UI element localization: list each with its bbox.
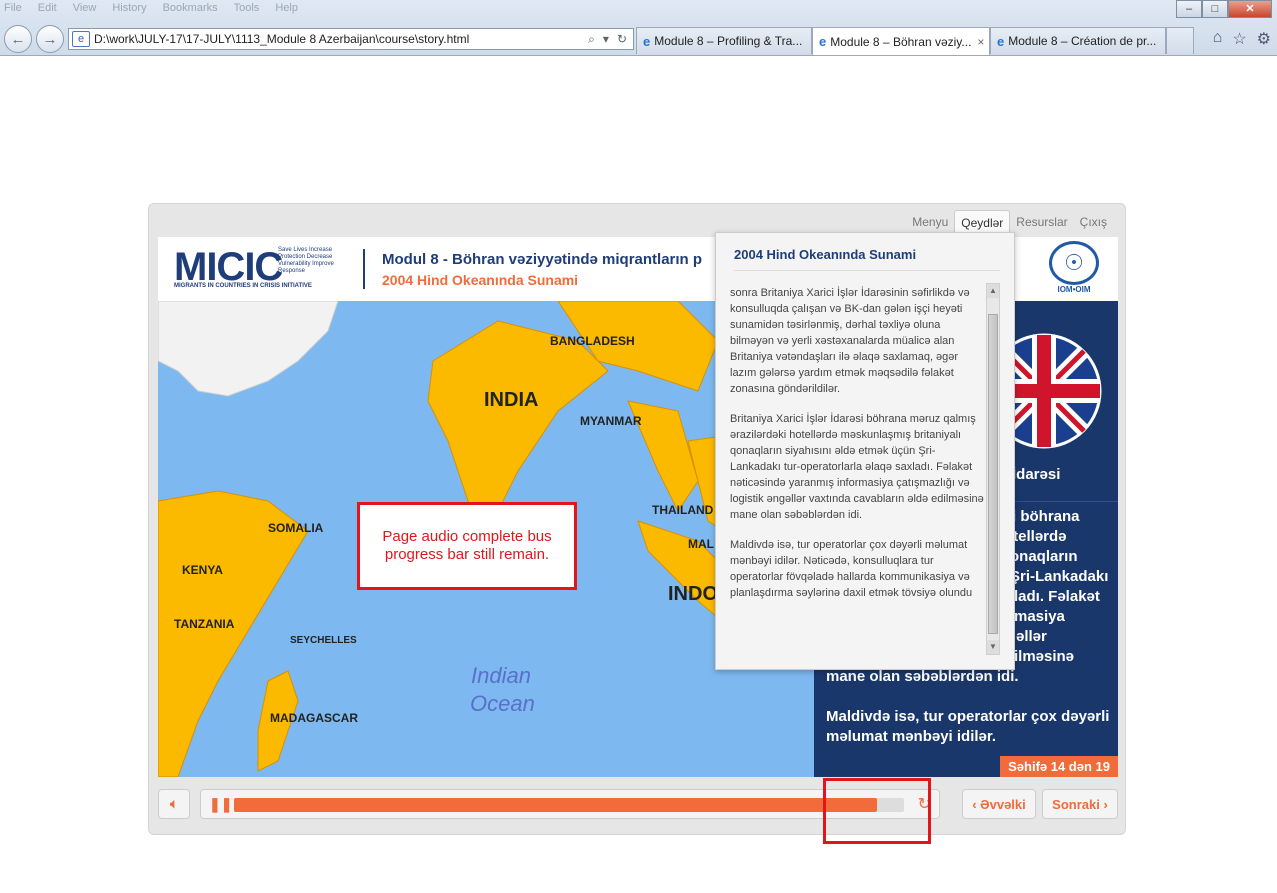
sidebar-line: i böhrana: [1012, 508, 1080, 525]
scroll-down-icon[interactable]: ▼: [987, 640, 999, 654]
map-label-indo: INDO: [668, 583, 718, 605]
menu-help[interactable]: Help: [275, 2, 298, 18]
speaker-icon: 🔈︎: [170, 796, 178, 811]
minimize-button[interactable]: –: [1176, 0, 1202, 18]
browser-tools: ⌂ ☆ ⚙: [1213, 29, 1271, 49]
chevron-left-icon: ‹: [972, 796, 981, 812]
notes-paragraph: sonra Britaniya Xarici İşlər İdarəsinin …: [730, 287, 970, 395]
map-label-bangladesh: BANGLADESH: [550, 334, 635, 348]
next-button[interactable]: Sonraki ›: [1042, 789, 1118, 819]
window-controls: – □ ✕: [1176, 0, 1272, 18]
previous-label: Əvvəlki: [980, 796, 1026, 812]
globe-icon: ☉: [1049, 241, 1099, 285]
address-bar[interactable]: e D:\work\JULY-17\17-JULY\1113_Module 8 …: [68, 28, 634, 50]
menu-view[interactable]: View: [73, 2, 97, 18]
micic-tagline: Save Lives Increase Protection Decrease …: [278, 247, 334, 274]
back-button[interactable]: ←: [4, 25, 32, 53]
ie-icon: e: [643, 33, 651, 49]
progress-track[interactable]: [234, 798, 904, 812]
arabia-land: [158, 301, 339, 397]
map-label-myanmar: MYANMAR: [580, 414, 642, 428]
tab-label: Module 8 – Création de pr...: [1008, 34, 1157, 48]
previous-button[interactable]: ‹ Əvvəlki: [962, 789, 1036, 819]
next-label: Sonraki: [1052, 796, 1100, 812]
menu-edit[interactable]: Edit: [38, 2, 57, 18]
map-label-madagascar: MADAGASCAR: [270, 711, 358, 725]
menu-history[interactable]: History: [112, 2, 146, 18]
pause-icon[interactable]: ❚❚: [209, 796, 232, 813]
dropdown-icon[interactable]: ▾: [603, 32, 609, 47]
menu-bar: File Edit View History Bookmarks Tools H…: [4, 2, 298, 18]
notes-scrollbar[interactable]: ▲ ▼: [986, 283, 1000, 655]
sidebar-line: onaqların: [1010, 548, 1078, 565]
progress-fill: [234, 798, 878, 812]
gear-icon[interactable]: ⚙: [1257, 29, 1271, 49]
chevron-right-icon: ›: [1099, 796, 1108, 812]
sidebar-line: əllər: [1016, 628, 1047, 645]
header-divider: [363, 249, 365, 289]
map-label-mal: MAL: [688, 537, 714, 551]
menu-bookmarks[interactable]: Bookmarks: [163, 2, 218, 18]
sidebar-line: Şri-Lankadakı: [1010, 568, 1109, 585]
sidebar-line: mane olan səbəblərdən idi.: [826, 668, 1019, 685]
search-icon[interactable]: ⌕: [588, 32, 595, 47]
menu-tools[interactable]: Tools: [234, 2, 260, 18]
tab-resources[interactable]: Resurslar: [1010, 210, 1073, 236]
notes-paragraph: Britaniya Xarici İşlər İdarəsi böhrana m…: [730, 413, 984, 521]
module-title: Modul 8 - Böhran vəziyyətində miqrantlar…: [382, 251, 703, 268]
back-arrow-icon: ←: [10, 30, 26, 48]
forward-arrow-icon: →: [42, 30, 58, 48]
slide-subtitle: 2004 Hind Okeanında Sunami: [382, 272, 579, 288]
close-window-button[interactable]: ✕: [1228, 0, 1272, 18]
ie-icon: e: [819, 34, 827, 49]
sidebar-line: ladı. Fəlakət: [1014, 588, 1100, 605]
menu-file[interactable]: File: [4, 2, 22, 18]
micic-subtitle: MIGRANTS IN COUNTRIES IN CRISIS INITIATI…: [174, 283, 312, 289]
close-tab-icon[interactable]: ×: [977, 35, 984, 49]
tab-label: Module 8 – Böhran vəziy...: [830, 34, 972, 49]
tab-profiling[interactable]: e Module 8 – Profiling & Tra...: [636, 27, 812, 54]
player-controls: 🔈︎ ❚❚ ↻ ‹ Əvvəlki Sonraki ›: [158, 789, 1118, 825]
page-indicator: Səhifə 14 dən 19: [1000, 756, 1118, 777]
ie-icon: e: [997, 33, 1005, 49]
page-icon: e: [72, 31, 90, 47]
map-label-somalia: SOMALIA: [268, 521, 324, 535]
iom-label: IOM•OIM: [1057, 285, 1091, 294]
refresh-icon[interactable]: ↻: [617, 32, 627, 47]
annotation-highlight-progress: [823, 778, 931, 844]
ocean-label-1: Indian: [471, 663, 531, 688]
sidebar-line: ilməsinə: [1014, 648, 1075, 665]
scroll-thumb[interactable]: [988, 314, 998, 634]
sidebar-line: masiya: [1014, 608, 1065, 625]
notes-title: 2004 Hind Okeanında Sunami: [734, 247, 1000, 271]
new-tab-button[interactable]: [1166, 27, 1194, 54]
notes-body: sonra Britaniya Xarici İşlər İdarəsinin …: [730, 285, 984, 655]
annotation-box: Page audio complete bus progress bar sti…: [357, 502, 577, 590]
map-label-seychelles: SEYCHELLES: [290, 635, 357, 646]
forward-button[interactable]: →: [36, 25, 64, 53]
favorites-star-icon[interactable]: ☆: [1232, 29, 1246, 49]
map-label-kenya: KENYA: [182, 563, 223, 577]
volume-button[interactable]: 🔈︎: [158, 789, 190, 819]
map-label-thailand: THAILAND: [652, 503, 714, 517]
sidebar-line: Maldivdə isə, tur operatorlar çox dəyərl…: [826, 708, 1110, 725]
tab-creation[interactable]: e Module 8 – Création de pr...: [990, 27, 1166, 54]
tab-exit[interactable]: Çıxış: [1074, 210, 1113, 236]
scroll-up-icon[interactable]: ▲: [987, 284, 999, 298]
sidebar-line: məlumat mənbəyi idilər.: [826, 728, 997, 745]
maximize-button[interactable]: □: [1202, 0, 1228, 18]
notes-paragraph: Maldivdə isə, tur operatorlar çox dəyərl…: [730, 539, 973, 599]
map-label-tanzania: TANZANIA: [174, 617, 235, 631]
home-icon[interactable]: ⌂: [1213, 29, 1223, 49]
browser-chrome: File Edit View History Bookmarks Tools H…: [0, 0, 1277, 56]
notes-panel: 2004 Hind Okeanında Sunami sonra Britani…: [715, 232, 1015, 670]
sidebar-line: İdarəsi: [1012, 466, 1061, 483]
address-url[interactable]: D:\work\JULY-17\17-JULY\1113_Module 8 Az…: [94, 32, 579, 46]
ocean-label-2: Ocean: [470, 691, 535, 716]
tab-label: Module 8 – Profiling & Tra...: [654, 34, 803, 48]
tab-bohran[interactable]: e Module 8 – Böhran vəziy... ×: [812, 27, 990, 55]
iom-logo: ☉ IOM•OIM: [1046, 241, 1102, 299]
map-label-india: INDIA: [484, 389, 539, 411]
